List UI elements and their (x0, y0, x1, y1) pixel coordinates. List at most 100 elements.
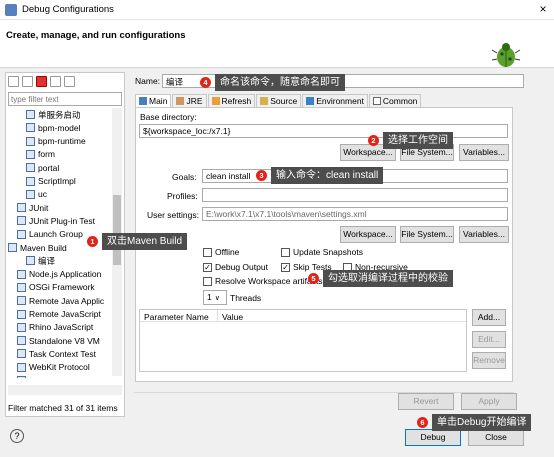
annotation-marker-4: 4 (200, 77, 211, 88)
tree-item[interactable]: Maven Build (8, 241, 67, 254)
config-type-icon (17, 336, 26, 346)
config-type-icon (17, 362, 26, 372)
workspace-button-2[interactable]: Workspace... (340, 226, 396, 243)
skip-tests-box[interactable]: ✓ (281, 262, 290, 272)
name-label: Name: (135, 76, 161, 86)
tree-hscrollbar[interactable] (8, 385, 122, 395)
bug-icon (491, 43, 521, 67)
tree-item-label: bpm-model (38, 122, 81, 133)
user-settings-input[interactable]: E:\work\x7.1\x7.1\tools\maven\settings.x… (202, 207, 508, 221)
annotation-marker-3: 3 (256, 170, 267, 181)
variables-button[interactable]: Variables... (459, 144, 509, 161)
tree-item[interactable]: Task Context Test (17, 347, 96, 360)
tree-item[interactable]: 单服务启动 (26, 108, 81, 121)
tree-item-label: Rhino JavaScript (29, 322, 94, 333)
config-type-icon (17, 269, 26, 279)
filter-icon[interactable] (64, 75, 75, 87)
tree-item[interactable]: JUnit (17, 201, 48, 214)
profiles-input[interactable] (202, 188, 508, 202)
tab-common[interactable]: Common (368, 94, 422, 107)
tree-item[interactable]: Node.js Application (17, 268, 101, 281)
tree-scroll-thumb[interactable] (113, 195, 121, 265)
tree-item[interactable]: Launch Group (17, 228, 83, 241)
annotation-debug: 单击Debug开始编译 (432, 414, 532, 431)
annotation-skip-tests: 勾选取消编译过程中的校验 (323, 270, 453, 287)
tree-item[interactable]: Standalone V8 VM (17, 334, 100, 347)
threads-select[interactable]: 1 ∨ (203, 290, 227, 305)
tree-item[interactable]: Remote Java Applic (17, 294, 104, 307)
tab-jre[interactable]: JRE (172, 94, 207, 107)
config-type-icon (26, 149, 35, 159)
tree-item-label: OSGi Framework (29, 282, 95, 293)
variables-button-2[interactable]: Variables... (459, 226, 509, 243)
tree-item-label: Node.js Application (29, 269, 102, 280)
filter-input[interactable]: type filter text (8, 92, 122, 106)
tree-item-label: JUnit (29, 202, 49, 213)
tree-item-label: bpm-runtime (38, 136, 86, 147)
header-banner: Create, manage, and run configurations (0, 20, 554, 68)
debug-output-checkbox[interactable]: ✓ Debug Output (203, 262, 268, 272)
duplicate-icon[interactable] (22, 75, 33, 87)
update-snapshots-checkbox[interactable]: Update Snapshots (281, 247, 363, 257)
delete-icon[interactable] (36, 75, 47, 87)
tree-item[interactable]: XSL (17, 374, 45, 378)
tree-item[interactable]: Remote JavaScript (17, 308, 101, 321)
offline-box[interactable] (203, 247, 212, 257)
tree-item[interactable]: ScriptImpl (26, 175, 76, 188)
tree-item[interactable]: 编译 (26, 254, 55, 267)
tree-item-label: 单服务启动 (38, 109, 81, 120)
goals-label: Goals: (172, 172, 197, 182)
close-button[interactable]: Close (468, 429, 524, 446)
collapse-icon[interactable] (50, 75, 61, 87)
close-icon[interactable]: × (536, 2, 550, 16)
tree-item[interactable]: portal (26, 161, 59, 174)
config-type-icon (17, 216, 26, 226)
tab-refresh[interactable]: Refresh (207, 94, 256, 107)
tree-item[interactable]: bpm-model (26, 121, 81, 134)
tree-item[interactable]: form (26, 148, 55, 161)
tree-item-label: JUnit Plug-in Test (29, 215, 95, 226)
config-type-icon (26, 110, 35, 119)
tree-item-label: Task Context Test (29, 348, 96, 359)
config-type-icon (26, 256, 35, 266)
tree-item[interactable]: uc (26, 188, 47, 201)
tree-item-label: 编译 (38, 255, 56, 266)
tab-main[interactable]: Main (135, 94, 172, 107)
tree-item-label: Remote JavaScript (29, 309, 101, 319)
config-type-icon (17, 282, 26, 292)
new-config-icon[interactable] (8, 75, 19, 87)
tree-item[interactable]: OSGi Framework (17, 281, 95, 294)
user-settings-label: User settings: (147, 210, 199, 220)
tree-item[interactable]: JUnit Plug-in Test (17, 214, 95, 227)
offline-checkbox[interactable]: Offline (203, 247, 239, 257)
resolve-workspace-checkbox[interactable]: Resolve Workspace artifacts (203, 276, 323, 286)
tree-item-label: form (38, 149, 55, 160)
add-button[interactable]: Add... (472, 309, 506, 326)
tab-source[interactable]: Source (256, 94, 302, 107)
base-dir-label: Base directory: (140, 112, 197, 122)
tab-environment[interactable]: Environment (302, 94, 368, 107)
tree-item[interactable]: bpm-runtime (26, 135, 86, 148)
annotation-goals: 输入命令：clean install (271, 167, 384, 184)
help-icon[interactable]: ? (10, 429, 24, 443)
tree-item[interactable]: Rhino JavaScript (17, 321, 93, 334)
config-type-icon (17, 203, 26, 213)
tree-item[interactable]: WebKit Protocol (17, 361, 90, 374)
update-snapshots-box[interactable] (281, 247, 290, 257)
file-system-button-2[interactable]: File System... (400, 226, 454, 243)
config-type-icon (26, 163, 35, 173)
tree-item-label: Maven Build (20, 242, 67, 253)
param-name-header: Parameter Name (140, 310, 218, 322)
apply-button[interactable]: Apply (461, 393, 517, 410)
remove-button[interactable]: Remove (472, 352, 506, 369)
resolve-workspace-box[interactable] (203, 276, 212, 286)
debug-output-box[interactable]: ✓ (203, 262, 212, 272)
tree-item-label: XSL (29, 376, 45, 379)
debug-button[interactable]: Debug (405, 429, 461, 446)
parameters-table[interactable]: Parameter Name Value (139, 309, 467, 372)
edit-button[interactable]: Edit... (472, 331, 506, 348)
value-header: Value (222, 312, 244, 322)
window-title: Debug Configurations (22, 4, 114, 15)
revert-button[interactable]: Revert (398, 393, 454, 410)
profiles-label: Profiles: (167, 191, 198, 201)
